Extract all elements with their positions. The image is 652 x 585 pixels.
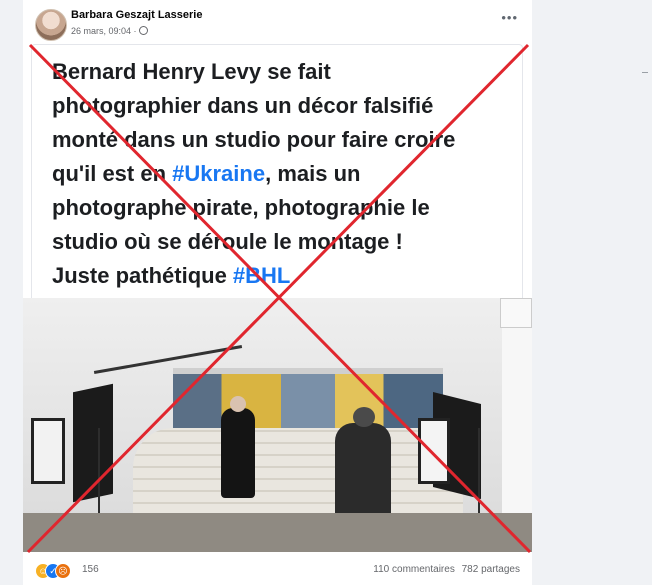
text-segment: Juste pathétique: [52, 263, 233, 288]
shared-text-image: Bernard Henry Levy se fait photographier…: [31, 44, 523, 299]
author-name[interactable]: Barbara Geszajt Lasserie: [71, 9, 202, 21]
post-stats: 110 commentaires 782 partages: [369, 564, 520, 575]
post-photo[interactable]: [23, 298, 532, 552]
photo-softbox-right-small: [418, 418, 450, 484]
post-text: Bernard Henry Levy se fait photographier…: [52, 55, 512, 293]
post-card: Barbara Geszajt Lasserie 26 mars, 09:04 …: [23, 0, 532, 585]
text-line: Juste pathétique #BHL: [52, 259, 512, 293]
text-line: qu'il est en #Ukraine, mais un: [52, 157, 512, 191]
post-header: Barbara Geszajt Lasserie 26 mars, 09:04 …: [23, 0, 532, 44]
photo-softbox-left: [73, 383, 113, 503]
post-footer: ☺ ✓ ☹ 156 110 commentaires 782 partages: [23, 552, 532, 585]
reaction-count[interactable]: 156: [82, 564, 99, 575]
photo-photographer-head: [353, 407, 375, 427]
post-timestamp[interactable]: 26 mars, 09:04 ·: [71, 26, 148, 36]
photo-softbox-left-small: [31, 418, 65, 484]
author-avatar[interactable]: [35, 9, 67, 41]
globe-icon: [138, 26, 148, 35]
angry-icon: ☹: [55, 563, 71, 579]
shares-count[interactable]: 782 partages: [462, 564, 520, 575]
text-line: Bernard Henry Levy se fait: [52, 59, 331, 84]
comments-count[interactable]: 110 commentaires: [373, 564, 455, 575]
photo-air-conditioner: [500, 298, 532, 328]
text-line: photographe pirate, photographie le: [52, 195, 430, 220]
hashtag-ukraine[interactable]: #Ukraine: [172, 161, 265, 186]
photo-rubble: [23, 513, 532, 552]
timestamp-text[interactable]: 26 mars, 09:04 ·: [71, 26, 137, 36]
text-segment: qu'il est en: [52, 161, 173, 186]
photo-subject: [221, 396, 255, 498]
text-line: photographier dans un décor falsifié: [52, 93, 434, 118]
text-line: studio où se déroule le montage !: [52, 229, 403, 254]
more-options-icon[interactable]: •••: [501, 10, 518, 25]
hashtag-bhl[interactable]: #BHL: [233, 263, 290, 288]
photo-subject-head: [230, 396, 246, 412]
text-line: monté dans un studio pour faire croire: [52, 127, 456, 152]
text-segment: , mais un: [265, 161, 361, 186]
side-divider: [642, 72, 648, 73]
